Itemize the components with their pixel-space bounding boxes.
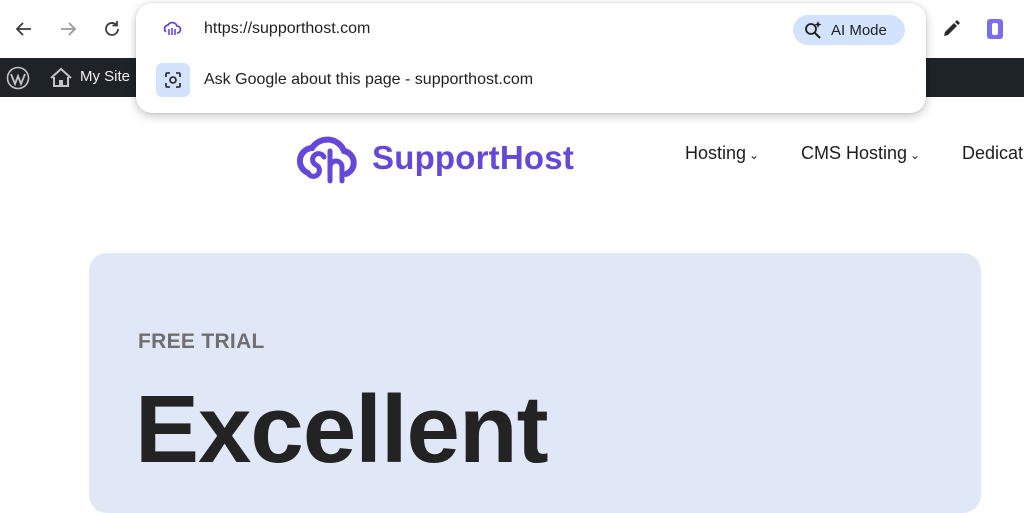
pencil-icon[interactable]: [940, 18, 962, 40]
extension-icon[interactable]: [984, 17, 1006, 41]
site-logo[interactable]: SupportHost: [296, 133, 596, 187]
house-icon: [50, 67, 72, 87]
forward-button[interactable]: [53, 14, 83, 44]
ai-mode-search-icon: [805, 21, 822, 39]
hero-card: FREE TRIAL Excellent: [89, 253, 981, 513]
forward-arrow-icon: [61, 22, 77, 36]
reload-button[interactable]: [97, 14, 127, 44]
ai-mode-label: AI Mode: [831, 21, 887, 39]
nav-hosting-label: Hosting: [685, 143, 747, 163]
wordpress-logo-icon[interactable]: [6, 66, 30, 90]
nav-cms-hosting-label: CMS Hosting: [801, 143, 908, 163]
nav-dedicated[interactable]: Dedicat: [962, 143, 1023, 164]
back-arrow-icon: [15, 22, 31, 36]
reload-icon: [105, 21, 119, 36]
hero-eyebrow: FREE TRIAL: [138, 330, 265, 353]
back-button[interactable]: [9, 14, 39, 44]
hero-title: Excellent: [135, 376, 549, 483]
my-site-link[interactable]: My Site: [80, 68, 130, 85]
brand-name: SupportHost: [372, 139, 575, 176]
chevron-down-icon: ⌄: [910, 148, 921, 162]
site-favicon: [163, 21, 182, 35]
ask-google-suggestion[interactable]: Ask Google about this page - supporthost…: [204, 71, 533, 89]
nav-cms-hosting[interactable]: CMS Hosting ⌄: [801, 143, 920, 164]
chevron-down-icon: ⌄: [749, 148, 760, 162]
omnibox-dropdown: https://supporthost.com AI Mode Ask Goog…: [136, 3, 926, 113]
ai-mode-button[interactable]: AI Mode: [793, 15, 905, 45]
supporthost-logo-icon: [296, 136, 357, 184]
nav-dedicated-label: Dedicat: [962, 143, 1024, 163]
address-bar-url[interactable]: https://supporthost.com: [204, 20, 370, 38]
lens-page-icon: [156, 63, 190, 97]
nav-hosting[interactable]: Hosting ⌄: [685, 143, 759, 164]
